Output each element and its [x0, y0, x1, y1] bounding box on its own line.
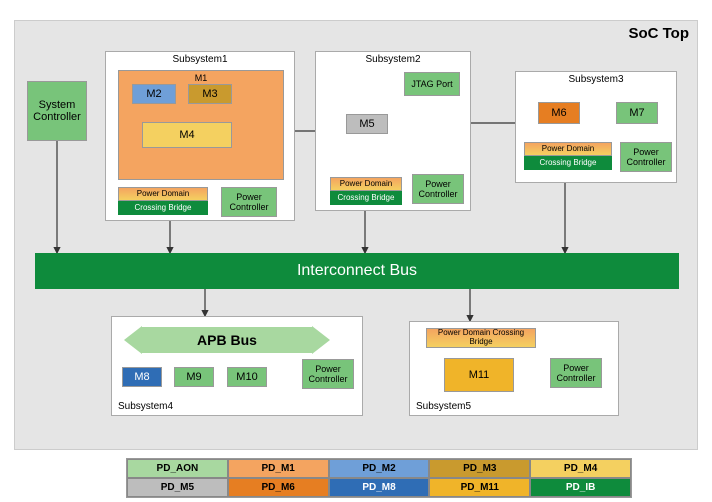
legend-pd-m2: PD_M2 [329, 459, 430, 478]
legend-pd-ib: PD_IB [530, 478, 631, 497]
legend-pd-m4: PD_M4 [530, 459, 631, 478]
subsystem3-title: Subsystem3 [516, 72, 676, 87]
m1-label: M1 [195, 73, 208, 83]
subsystem3-pd-bridge-bottom: Crossing Bridge [524, 156, 612, 170]
power-domain-legend: PD_AON PD_M1 PD_M2 PD_M3 PD_M4 PD_M5 PD_… [126, 458, 632, 498]
subsystem2-power-controller: Power Controller [412, 174, 464, 204]
m11-block: M11 [444, 358, 514, 392]
subsystem2-pd-bridge-bottom: Crossing Bridge [330, 191, 402, 205]
apb-bus: APB Bus [142, 327, 312, 353]
legend-pd-m3: PD_M3 [429, 459, 530, 478]
subsystem5-title: Subsystem5 [416, 401, 471, 412]
subsystem2-title: Subsystem2 [316, 52, 470, 67]
legend-pd-m11: PD_M11 [429, 478, 530, 497]
subsystem5-power-controller: Power Controller [550, 358, 602, 388]
subsystem4: APB Bus M8 M9 M10 Power Controller Subsy… [111, 316, 363, 416]
subsystem1: Subsystem1 M1 M2 M3 M4 Power Domain Cros… [105, 51, 295, 221]
subsystem2: Subsystem2 JTAG Port M5 Power Domain Cro… [315, 51, 471, 211]
m6-block: M6 [538, 102, 580, 124]
m8-block: M8 [122, 367, 162, 387]
m3-block: M3 [188, 84, 232, 104]
subsystem4-title: Subsystem4 [118, 401, 173, 412]
subsystem5-pd-bridge: Power Domain Crossing Bridge [426, 328, 536, 348]
subsystem1-pd-bridge-top: Power Domain [118, 187, 208, 201]
legend-pd-aon: PD_AON [127, 459, 228, 478]
legend-pd-m1: PD_M1 [228, 459, 329, 478]
subsystem1-title: Subsystem1 [106, 52, 294, 67]
subsystem3-power-controller: Power Controller [620, 142, 672, 172]
m7-block: M7 [616, 102, 658, 124]
legend-pd-m6: PD_M6 [228, 478, 329, 497]
subsystem2-pd-bridge-top: Power Domain [330, 177, 402, 191]
legend-pd-m5: PD_M5 [127, 478, 228, 497]
soc-top-title: SoC Top [628, 25, 689, 42]
subsystem4-power-controller: Power Controller [302, 359, 354, 389]
m9-block: M9 [174, 367, 214, 387]
subsystem1-pd-bridge-bottom: Crossing Bridge [118, 201, 208, 215]
interconnect-bus: Interconnect Bus [35, 253, 679, 289]
subsystem1-power-controller: Power Controller [221, 187, 277, 217]
soc-top-container: SoC Top System Contr [14, 20, 698, 450]
m2-block: M2 [132, 84, 176, 104]
m4-block: M4 [142, 122, 232, 148]
m5-block: M5 [346, 114, 388, 134]
subsystem3: Subsystem3 M6 M7 Power Domain Crossing B… [515, 71, 677, 183]
subsystem5: Power Domain Crossing Bridge M11 Power C… [409, 321, 619, 416]
jtag-port-block: JTAG Port [404, 72, 460, 96]
m10-block: M10 [227, 367, 267, 387]
system-controller-block: System Controller [27, 81, 87, 141]
subsystem3-pd-bridge-top: Power Domain [524, 142, 612, 156]
legend-pd-m8: PD_M8 [329, 478, 430, 497]
